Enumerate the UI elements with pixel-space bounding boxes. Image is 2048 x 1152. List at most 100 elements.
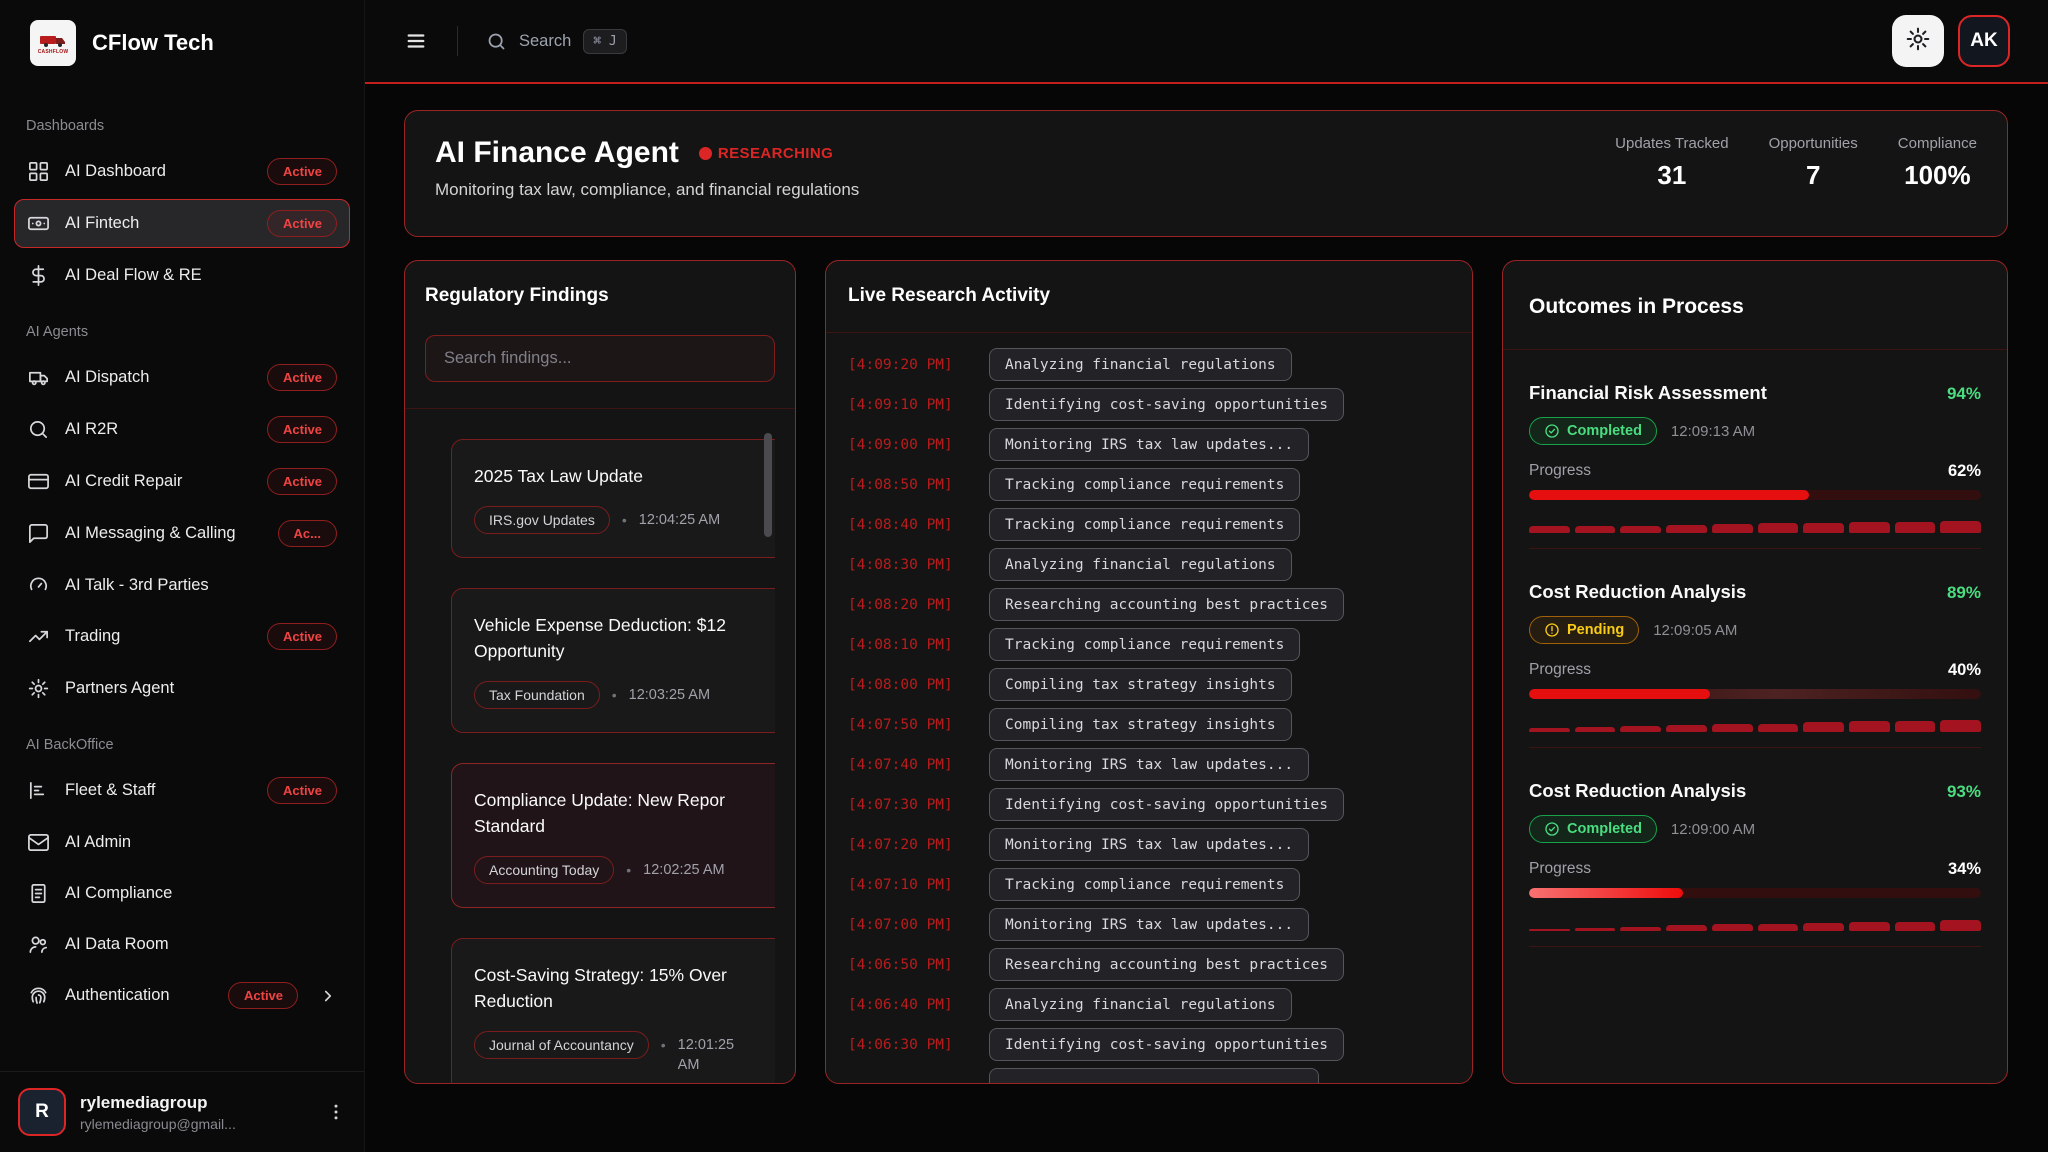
sidebar-section-label: AI Agents xyxy=(0,302,364,350)
log-timestamp: [4:06:40 PM] xyxy=(848,997,974,1013)
scrollbar-thumb[interactable] xyxy=(764,433,772,537)
global-search[interactable]: Search ⌘ J xyxy=(486,29,627,54)
topbar: Search ⌘ J AK xyxy=(365,0,2048,84)
finding-time: 12:03:25 AM xyxy=(629,686,710,706)
more-vertical-icon[interactable] xyxy=(326,1102,346,1122)
sparkline-segment xyxy=(1620,526,1661,533)
status-badge: Active xyxy=(267,364,337,391)
outcomes-list: Financial Risk Assessment94%Completed12:… xyxy=(1529,382,1981,947)
finding-source-badge: Tax Foundation xyxy=(474,681,600,709)
sparkline-segment xyxy=(1895,922,1936,931)
sidebar-item-ai-admin[interactable]: AI Admin xyxy=(14,818,350,866)
sparkline-segment xyxy=(1712,524,1753,533)
outcome-status-badge: Completed xyxy=(1529,815,1657,843)
sidebar-section-label: Dashboards xyxy=(0,96,364,144)
sparkline-segment xyxy=(1620,726,1661,732)
log-row: [4:07:20 PM]Monitoring IRS tax law updat… xyxy=(848,828,1450,861)
stat-updates-tracked: Updates Tracked 31 xyxy=(1615,135,1728,191)
sidebar-item-ai-credit-repair[interactable]: AI Credit RepairActive xyxy=(14,457,350,506)
outcomes-title: Outcomes in Process xyxy=(1529,295,1981,319)
progress-label: Progress xyxy=(1529,661,1591,680)
sidebar-item-partners-agent[interactable]: Partners Agent xyxy=(14,664,350,712)
status-badge: RESEARCHING xyxy=(699,145,833,162)
log-message: Tracking compliance requirements xyxy=(989,868,1300,901)
dashboard-grid-icon xyxy=(27,160,50,183)
sidebar-section-label: AI BackOffice xyxy=(0,715,364,763)
progress-bar-fill xyxy=(1529,689,1710,699)
finding-card[interactable]: Compliance Update: New ReporStandardAcco… xyxy=(451,763,775,908)
log-timestamp: [4:08:30 PM] xyxy=(848,557,974,573)
user-profile[interactable]: R rylemediagroup rylemediagroup@gmail... xyxy=(0,1071,364,1152)
log-row: [4:09:20 PM]Analyzing financial regulati… xyxy=(848,348,1450,381)
finding-title: Opportunity xyxy=(474,638,775,664)
log-message: Researching accounting best practices xyxy=(989,588,1344,621)
sparkline-segment xyxy=(1758,724,1799,732)
log-timestamp: [4:08:10 PM] xyxy=(848,637,974,653)
progress-label: Progress xyxy=(1529,860,1591,879)
menu-icon[interactable] xyxy=(403,30,429,52)
sparkline-segment xyxy=(1849,522,1890,533)
sidebar-item-ai-compliance[interactable]: AI Compliance xyxy=(14,869,350,917)
sidebar-item-ai-r2r[interactable]: AI R2RActive xyxy=(14,405,350,454)
sidebar-item-ai-data-room[interactable]: AI Data Room xyxy=(14,920,350,968)
sidebar-item-label: Fleet & Staff xyxy=(65,780,156,801)
log-timestamp: [4:07:40 PM] xyxy=(848,757,974,773)
outcome-status-text: Pending xyxy=(1567,622,1624,638)
progress-bar xyxy=(1529,689,1981,699)
sidebar-item-ai-dispatch[interactable]: AI DispatchActive xyxy=(14,353,350,402)
log-message: Compiling tax strategy insights xyxy=(989,708,1292,741)
log-message: Tracking compliance requirements xyxy=(989,508,1300,541)
dot-separator-icon: • xyxy=(612,687,617,703)
log-row xyxy=(848,1068,1450,1083)
sidebar-item-ai-dashboard[interactable]: AI DashboardActive xyxy=(14,147,350,196)
log-message: Identifying cost-saving opportunities xyxy=(989,388,1344,421)
user-avatar-button[interactable]: AK xyxy=(1958,15,2010,67)
sparkline-segment xyxy=(1895,522,1936,533)
sidebar-item-ai-talk-3rd-parties[interactable]: AI Talk - 3rd Parties xyxy=(14,561,350,609)
users-icon xyxy=(27,933,50,956)
log-row: [4:08:20 PM]Researching accounting best … xyxy=(848,588,1450,621)
settings-button[interactable] xyxy=(1892,15,1944,67)
message-square-icon xyxy=(27,522,50,545)
sidebar-item-ai-deal-flow-re[interactable]: AI Deal Flow & RE xyxy=(14,251,350,299)
outcome-item: Financial Risk Assessment94%Completed12:… xyxy=(1529,382,1981,549)
dot-separator-icon: • xyxy=(622,512,627,528)
log-message: Compiling tax strategy insights xyxy=(989,668,1292,701)
status-text: RESEARCHING xyxy=(718,145,833,162)
finding-card[interactable]: Cost-Saving Strategy: 15% OverReductionJ… xyxy=(451,938,775,1083)
log-row: [4:07:30 PM]Identifying cost-saving oppo… xyxy=(848,788,1450,821)
status-badge: Active xyxy=(267,416,337,443)
finding-title: Cost-Saving Strategy: 15% Over xyxy=(474,962,775,988)
regulatory-findings-panel: Regulatory Findings 2025 Tax Law UpdateI… xyxy=(404,260,796,1084)
outcome-time: 12:09:00 AM xyxy=(1671,821,1755,838)
settings-icon xyxy=(27,677,50,700)
status-dot-icon xyxy=(699,147,712,160)
sparkline-segment xyxy=(1803,923,1844,931)
sidebar-item-ai-messaging-calling[interactable]: AI Messaging & CallingAc... xyxy=(14,509,350,558)
sparkline-segment xyxy=(1803,523,1844,533)
log-row: [4:06:40 PM]Analyzing financial regulati… xyxy=(848,988,1450,1021)
stat-compliance: Compliance 100% xyxy=(1898,135,1977,191)
log-timestamp: [4:07:00 PM] xyxy=(848,917,974,933)
log-row: [4:08:50 PM]Tracking compliance requirem… xyxy=(848,468,1450,501)
finding-card[interactable]: Vehicle Expense Deduction: $12Opportunit… xyxy=(451,588,775,733)
banknote-icon xyxy=(27,212,50,235)
finding-time: 12:01:25 AM xyxy=(678,1036,738,1075)
sparkline-segment xyxy=(1758,924,1799,931)
status-badge: Ac... xyxy=(278,520,337,547)
finding-card[interactable]: 2025 Tax Law UpdateIRS.gov Updates•12:04… xyxy=(451,439,775,558)
sidebar-item-ai-fintech[interactable]: AI FintechActive xyxy=(14,199,350,248)
bar-chart-icon xyxy=(27,779,50,802)
sparkline-segment xyxy=(1620,927,1661,931)
sidebar-item-fleet-staff[interactable]: Fleet & StaffActive xyxy=(14,766,350,815)
profile-email: rylemediagroup@gmail... xyxy=(80,1116,236,1132)
file-text-icon xyxy=(27,882,50,905)
chevron-right-icon[interactable] xyxy=(319,987,337,1005)
log-timestamp: [4:08:40 PM] xyxy=(848,517,974,533)
fingerprint-icon xyxy=(27,984,50,1007)
findings-search-input[interactable] xyxy=(425,335,775,382)
sidebar-item-authentication[interactable]: AuthenticationActive xyxy=(14,971,350,1020)
log-timestamp: [4:07:10 PM] xyxy=(848,877,974,893)
log-message: Researching accounting best practices xyxy=(989,948,1344,981)
sidebar-item-trading[interactable]: TradingActive xyxy=(14,612,350,661)
